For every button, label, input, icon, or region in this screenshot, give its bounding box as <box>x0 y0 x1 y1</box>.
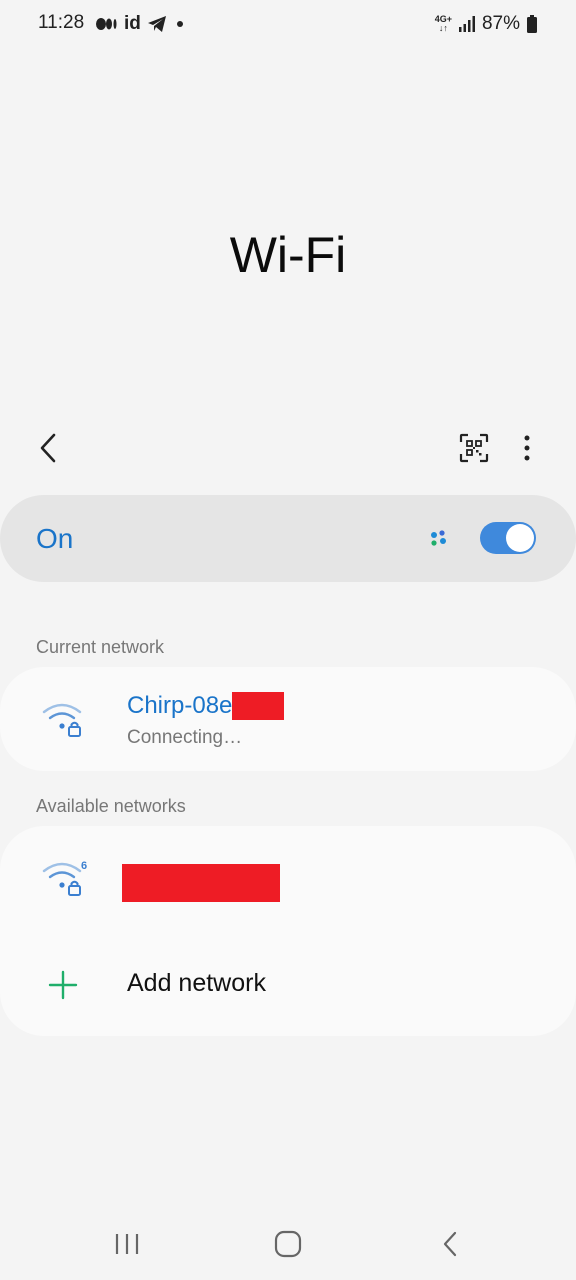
current-network-header: Current network <box>36 637 165 657</box>
battery-icon <box>527 15 537 33</box>
add-network-item[interactable] <box>0 934 576 1034</box>
system-nav-bar <box>0 1210 576 1280</box>
redacted-network-name <box>122 864 280 902</box>
home-icon[interactable] <box>274 1230 302 1258</box>
status-notification-icons: id <box>96 12 187 36</box>
plus-icon <box>48 970 78 1000</box>
back-button[interactable] <box>30 426 66 470</box>
qr-scan-icon <box>459 433 489 463</box>
back-icon[interactable] <box>440 1230 460 1258</box>
current-network-name: Chirp-08e <box>127 692 233 719</box>
wifi-toggle[interactable] <box>480 522 536 554</box>
toggle-knob <box>506 524 534 552</box>
battery-percent: 87% <box>481 13 520 34</box>
back-arrow-icon <box>40 433 56 463</box>
more-vertical-icon <box>524 435 530 461</box>
qr-scan-button[interactable] <box>452 426 496 470</box>
wifi-lock-icon <box>42 703 82 737</box>
network-type-icon: 4G+ ↓↑ <box>434 14 452 33</box>
recents-icon[interactable] <box>114 1232 140 1256</box>
svg-text:6: 6 <box>81 860 87 872</box>
medium-icon <box>96 18 117 30</box>
wifi-state-label: On <box>36 523 74 554</box>
id-icon: id <box>124 13 141 34</box>
wifi6-lock-icon: 6 <box>42 860 87 896</box>
current-network-card[interactable]: Chirp-08e Connecting… <box>0 667 576 771</box>
network-list-item[interactable]: 6 <box>0 826 576 932</box>
more-options-button[interactable] <box>512 426 542 470</box>
page-title: Wi-Fi <box>229 227 347 283</box>
telegram-icon <box>147 16 166 32</box>
dot-icon <box>176 21 183 27</box>
redaction-box <box>232 692 285 720</box>
available-networks-card: 6 <box>0 826 576 1036</box>
status-time: 11:28 <box>38 12 85 33</box>
current-network-status: Connecting… <box>127 727 243 748</box>
intelligent-wifi-icon[interactable] <box>428 528 450 555</box>
add-network-label: Add network <box>127 969 266 997</box>
status-right: 4G+ ↓↑ 87% <box>435 12 538 36</box>
signal-icon <box>458 16 475 32</box>
available-networks-header: Available networks <box>36 796 186 816</box>
